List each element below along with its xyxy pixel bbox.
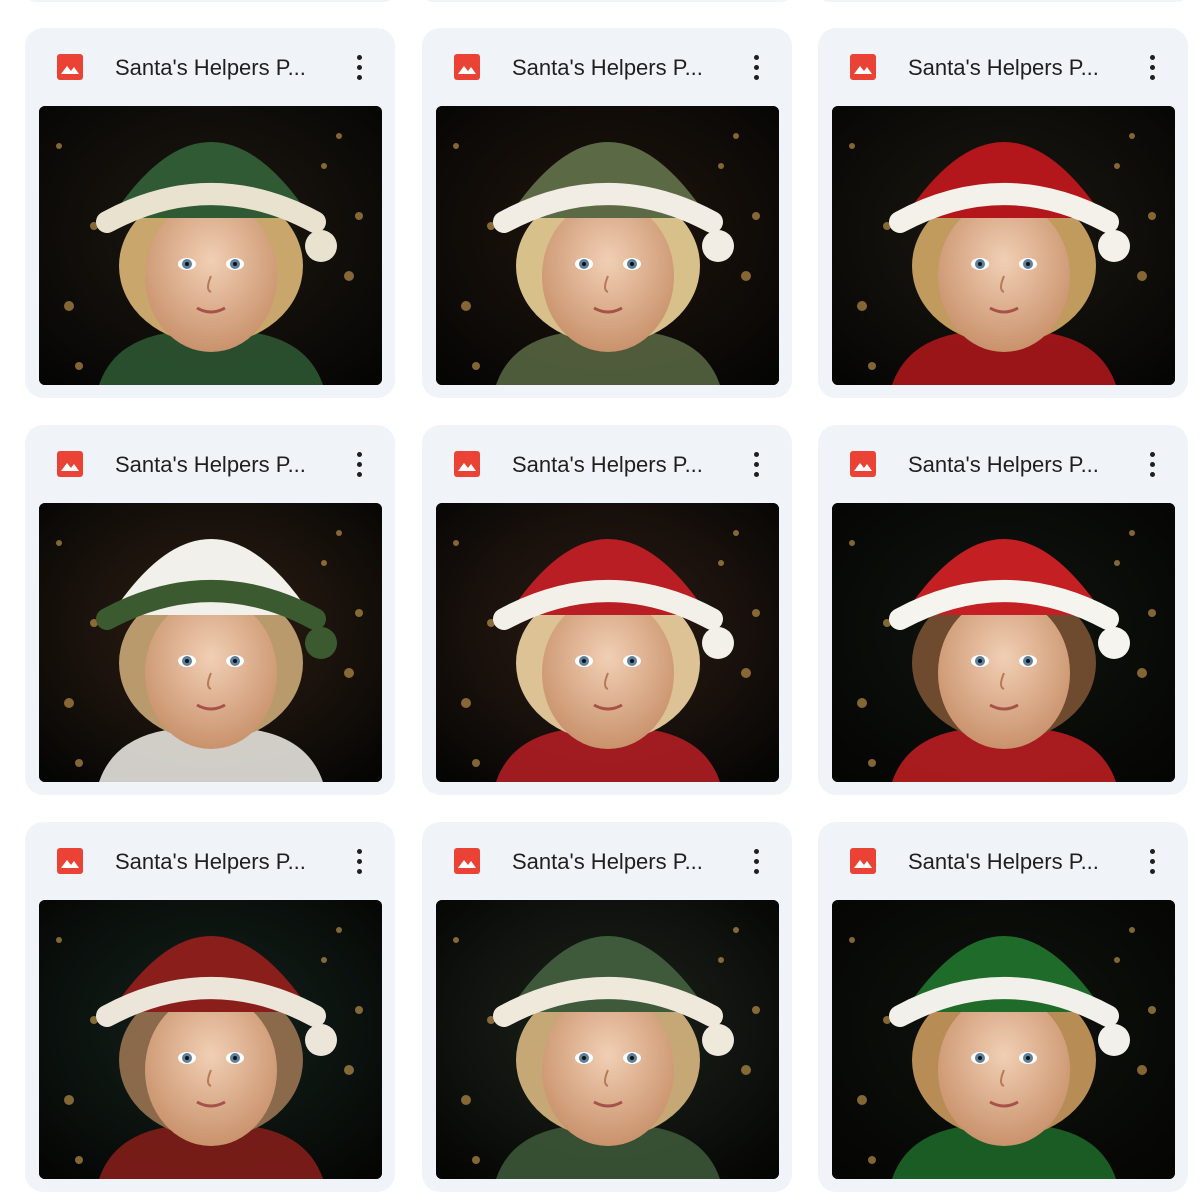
file-title[interactable]: Santa's Helpers P... [512, 54, 722, 82]
image-file-icon [850, 848, 876, 874]
more-vert-icon[interactable] [345, 844, 373, 878]
file-card[interactable]: Santa's Helpers P... [25, 822, 395, 1192]
file-title[interactable]: Santa's Helpers P... [512, 848, 722, 876]
image-file-icon [850, 54, 876, 80]
more-vert-icon[interactable] [742, 447, 770, 481]
more-vert-icon[interactable] [345, 50, 373, 84]
more-vert-icon[interactable] [1138, 447, 1166, 481]
file-card-header: Santa's Helpers P... [422, 822, 792, 900]
file-thumbnail[interactable] [832, 503, 1175, 782]
file-thumbnail[interactable] [39, 503, 382, 782]
file-title[interactable]: Santa's Helpers P... [908, 848, 1118, 876]
partial-card [422, 0, 792, 2]
file-card[interactable]: Santa's Helpers P... [422, 425, 792, 795]
image-file-icon [454, 848, 480, 874]
file-thumbnail[interactable] [436, 503, 779, 782]
file-title[interactable]: Santa's Helpers P... [908, 54, 1118, 82]
more-vert-icon[interactable] [1138, 50, 1166, 84]
file-thumbnail[interactable] [832, 106, 1175, 385]
more-vert-icon[interactable] [742, 50, 770, 84]
image-file-icon [57, 848, 83, 874]
file-card-header: Santa's Helpers P... [25, 425, 395, 503]
file-card[interactable]: Santa's Helpers P... [422, 822, 792, 1192]
file-thumbnail[interactable] [436, 106, 779, 385]
file-card-header: Santa's Helpers P... [25, 822, 395, 900]
file-card[interactable]: Santa's Helpers P... [818, 822, 1188, 1192]
file-card-header: Santa's Helpers P... [25, 28, 395, 106]
image-file-icon [454, 451, 480, 477]
file-title[interactable]: Santa's Helpers P... [512, 451, 722, 479]
file-thumbnail[interactable] [39, 106, 382, 385]
more-vert-icon[interactable] [742, 844, 770, 878]
partial-card [25, 0, 395, 2]
more-vert-icon[interactable] [345, 447, 373, 481]
file-thumbnail[interactable] [39, 900, 382, 1179]
image-file-icon [57, 451, 83, 477]
file-card[interactable]: Santa's Helpers P... [25, 28, 395, 398]
file-thumbnail[interactable] [832, 900, 1175, 1179]
file-card[interactable]: Santa's Helpers P... [422, 28, 792, 398]
file-card[interactable]: Santa's Helpers P... [818, 28, 1188, 398]
file-grid: Santa's Helpers P... Santa's Helpers P...… [0, 0, 1202, 1202]
file-card[interactable]: Santa's Helpers P... [25, 425, 395, 795]
file-card-header: Santa's Helpers P... [818, 28, 1188, 106]
more-vert-icon[interactable] [1138, 844, 1166, 878]
file-card-header: Santa's Helpers P... [818, 822, 1188, 900]
image-file-icon [850, 451, 876, 477]
file-title[interactable]: Santa's Helpers P... [115, 451, 325, 479]
image-file-icon [57, 54, 83, 80]
file-title[interactable]: Santa's Helpers P... [115, 54, 325, 82]
file-card-header: Santa's Helpers P... [422, 425, 792, 503]
partial-card [818, 0, 1188, 2]
file-title[interactable]: Santa's Helpers P... [115, 848, 325, 876]
file-thumbnail[interactable] [436, 900, 779, 1179]
file-card-header: Santa's Helpers P... [818, 425, 1188, 503]
file-card-header: Santa's Helpers P... [422, 28, 792, 106]
image-file-icon [454, 54, 480, 80]
file-title[interactable]: Santa's Helpers P... [908, 451, 1118, 479]
file-card[interactable]: Santa's Helpers P... [818, 425, 1188, 795]
